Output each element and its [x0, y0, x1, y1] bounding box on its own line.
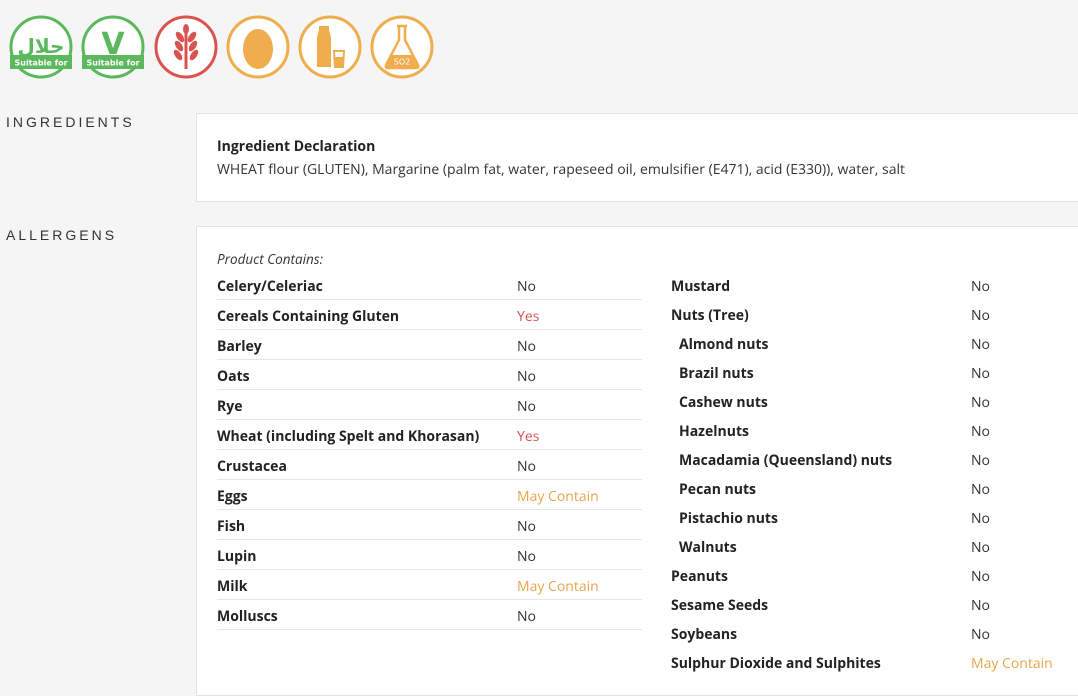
allergen-name: Oats: [217, 367, 250, 386]
allergen-row: Brazil nuts No: [671, 357, 1078, 386]
allergen-row: Walnuts No: [671, 531, 1078, 560]
allergen-row: Nuts (Tree) No: [671, 299, 1078, 328]
allergen-name: Molluscs: [217, 607, 278, 626]
vegetarian-icon: V Suitable for: [81, 15, 145, 79]
allergen-name: Cereals Containing Gluten: [217, 307, 400, 326]
allergen-status: No: [517, 457, 536, 476]
allergen-name: Lupin: [217, 547, 257, 566]
allergens-right-column: Mustard No Nuts (Tree) No Almond nuts No Brazi…: [671, 270, 1078, 676]
allergen-status: No: [517, 547, 536, 566]
allergen-status: No: [517, 517, 536, 536]
allergen-status: No: [971, 567, 990, 586]
allergen-row: Molluscs No: [217, 600, 642, 630]
allergen-status: No: [971, 335, 990, 354]
allergen-name: Milk: [217, 577, 248, 596]
allergen-status: No: [517, 277, 536, 296]
allergen-status: May Contain: [517, 487, 599, 506]
allergen-row: Celery/Celeriac No: [217, 270, 642, 300]
allergen-name: Fish: [217, 517, 246, 536]
allergen-row: Macadamia (Queensland) nuts No: [671, 444, 1078, 473]
sulphites-icon: SO2: [370, 15, 434, 79]
allergen-status: May Contain: [971, 654, 1053, 673]
allergen-status: May Contain: [517, 577, 599, 596]
allergen-name: Eggs: [217, 487, 248, 506]
allergen-status: No: [971, 451, 990, 470]
halal-glyph: حلال: [18, 34, 65, 58]
sulphites-glyph: SO2: [394, 58, 410, 67]
halal-badge-text: Suitable for: [14, 59, 67, 68]
allergen-name: Peanuts: [671, 567, 728, 586]
halal-icon: حلال Suitable for: [9, 15, 73, 79]
allergen-status: No: [517, 397, 536, 416]
allergens-card: Product Contains: Celery/Celeriac No Cerea…: [196, 226, 1078, 696]
allergen-row: Eggs May Contain: [217, 480, 642, 510]
allergen-status: No: [971, 364, 990, 383]
allergen-status: No: [971, 393, 990, 412]
product-contains-label: Product Contains:: [217, 250, 324, 268]
vegetarian-badge-text: Suitable for: [86, 59, 139, 68]
allergen-row: Mustard No: [671, 270, 1078, 299]
allergen-name: Wheat (including Spelt and Khorasan): [217, 427, 480, 446]
allergen-name: Rye: [217, 397, 243, 416]
allergen-row: Sesame Seeds No: [671, 589, 1078, 618]
egg-icon: [226, 15, 290, 79]
allergen-status: No: [517, 367, 536, 386]
allergen-status: No: [971, 277, 990, 296]
allergen-row: Almond nuts No: [671, 328, 1078, 357]
allergen-row: Peanuts No: [671, 560, 1078, 589]
allergen-row: Milk May Contain: [217, 570, 642, 600]
allergen-row: Sulphur Dioxide and Sulphites May Contain: [671, 647, 1078, 676]
allergen-status: No: [971, 306, 990, 325]
allergen-name: Sulphur Dioxide and Sulphites: [671, 654, 881, 673]
allergen-status: No: [971, 538, 990, 557]
allergen-name: Mustard: [671, 277, 731, 296]
allergen-row: Cereals Containing Gluten Yes: [217, 300, 642, 330]
allergen-status: No: [517, 607, 536, 626]
allergen-row: Crustacea No: [217, 450, 642, 480]
ingredient-declaration-text: WHEAT flour (GLUTEN), Margarine (palm fa…: [217, 160, 905, 179]
allergen-name: Brazil nuts: [679, 364, 754, 383]
allergen-status: Yes: [517, 427, 540, 446]
milk-icon: [298, 15, 362, 79]
allergen-row: Lupin No: [217, 540, 642, 570]
allergen-name: Barley: [217, 337, 262, 356]
allergen-name: Hazelnuts: [679, 422, 749, 441]
allergen-name: Cashew nuts: [679, 393, 768, 412]
allergen-name: Nuts (Tree): [671, 306, 749, 325]
allergen-name: Macadamia (Queensland) nuts: [679, 451, 893, 470]
allergen-row: Soybeans No: [671, 618, 1078, 647]
allergens-left-column: Celery/Celeriac No Cereals Containing Glut…: [217, 270, 642, 630]
allergen-name: Sesame Seeds: [671, 596, 769, 615]
allergen-row: Rye No: [217, 390, 642, 420]
allergen-row: Barley No: [217, 330, 642, 360]
allergen-name: Pecan nuts: [679, 480, 756, 499]
allergen-row: Wheat (including Spelt and Khorasan) Yes: [217, 420, 642, 450]
allergen-row: Oats No: [217, 360, 642, 390]
ingredients-section-label: INGREDIENTS: [6, 114, 135, 130]
allergen-name: Pistachio nuts: [679, 509, 778, 528]
allergen-name: Walnuts: [679, 538, 737, 557]
ingredient-declaration-title: Ingredient Declaration: [217, 137, 376, 156]
allergen-status: No: [971, 625, 990, 644]
allergen-status: Yes: [517, 307, 540, 326]
allergen-status: No: [971, 480, 990, 499]
allergen-row: Pistachio nuts No: [671, 502, 1078, 531]
dietary-icons: حلال Suitable for V Suitable for SO2: [9, 15, 439, 81]
allergen-name: Celery/Celeriac: [217, 277, 323, 296]
allergen-status: No: [517, 337, 536, 356]
allergens-section-label: ALLERGENS: [6, 227, 118, 243]
allergen-name: Crustacea: [217, 457, 287, 476]
allergen-row: Pecan nuts No: [671, 473, 1078, 502]
allergen-status: No: [971, 596, 990, 615]
allergen-status: No: [971, 509, 990, 528]
allergen-status: No: [971, 422, 990, 441]
allergen-row: Cashew nuts No: [671, 386, 1078, 415]
ingredients-card: Ingredient Declaration WHEAT flour (GLUT…: [196, 113, 1078, 202]
allergen-row: Fish No: [217, 510, 642, 540]
allergen-name: Almond nuts: [679, 335, 769, 354]
wheat-gluten-icon: [154, 15, 218, 79]
allergen-row: Hazelnuts No: [671, 415, 1078, 444]
allergen-name: Soybeans: [671, 625, 738, 644]
